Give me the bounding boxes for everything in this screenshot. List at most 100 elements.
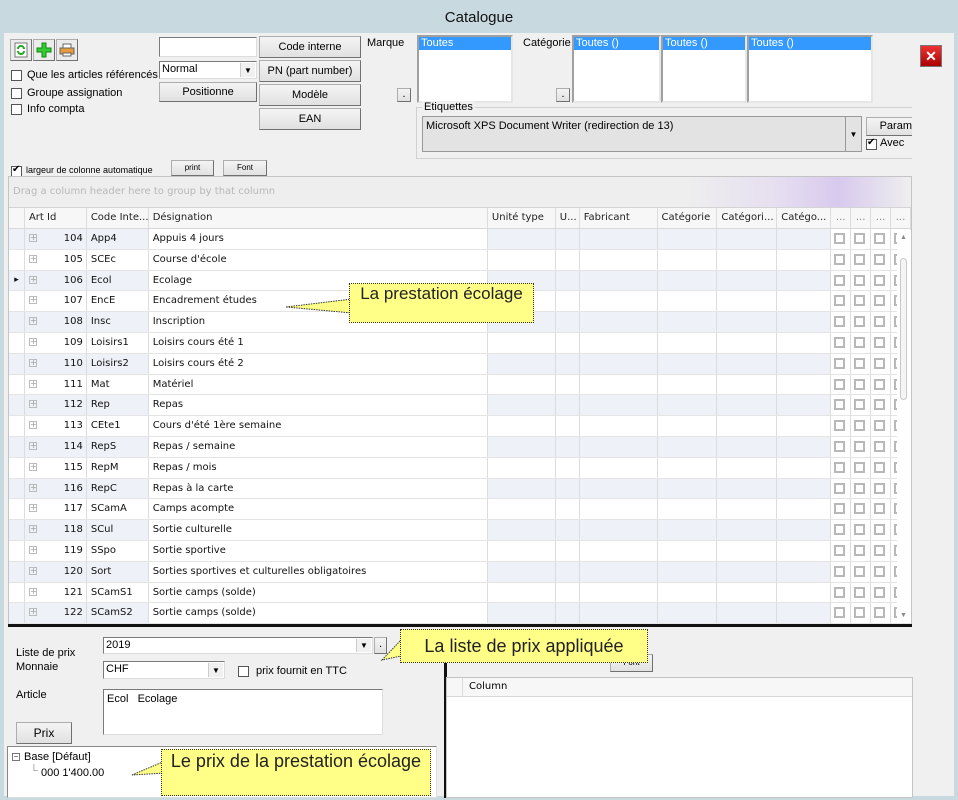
column-header[interactable]: ... [871,208,892,228]
expand-icon[interactable]: + [28,566,37,575]
search-input[interactable] [159,37,257,57]
categorie-2-option[interactable]: Toutes () [663,37,745,50]
column-header[interactable]: Code Inte... [87,208,149,228]
expand-icon[interactable]: + [28,234,37,242]
expand-icon[interactable]: + [28,441,37,450]
marque-list[interactable]: Toutes [417,35,513,103]
expand-icon[interactable]: + [28,587,37,596]
column-header[interactable]: Unité type [488,208,556,228]
expand-icon[interactable]: + [28,358,37,367]
categorie-3-option[interactable]: Toutes () [749,37,871,50]
splitter-horizontal[interactable] [8,624,912,627]
row-checkbox[interactable] [874,544,886,556]
row-checkbox[interactable] [854,253,866,265]
row-checkbox[interactable] [834,586,846,598]
marque-more-button[interactable]: . [397,88,411,102]
row-checkbox[interactable] [834,316,846,328]
expand-icon[interactable]: + [28,337,37,346]
print-text-button[interactable]: print [171,160,214,176]
column-header[interactable]: ... [831,208,852,228]
row-checkbox[interactable] [854,440,866,452]
modele-button[interactable]: Modèle [259,84,361,106]
row-checkbox[interactable] [874,357,886,369]
expand-icon[interactable]: + [28,462,37,471]
row-checkbox[interactable] [834,336,846,348]
row-checkbox[interactable] [854,399,866,411]
printer-select[interactable]: Microsoft XPS Document Writer (redirecti… [422,116,862,152]
row-checkbox[interactable] [834,524,846,536]
row-checkbox[interactable] [874,420,886,432]
font-button[interactable]: Font [223,160,267,176]
row-checkbox[interactable] [834,399,846,411]
referenced-only-checkbox[interactable] [11,70,22,81]
marque-option-toutes[interactable]: Toutes [419,37,511,50]
column-header[interactable]: ... [851,208,872,228]
expand-icon[interactable]: + [28,275,37,284]
close-button[interactable]: ✕ [920,45,942,67]
row-checkbox[interactable] [834,503,846,515]
categorie-1-option[interactable]: Toutes () [574,37,659,50]
row-checkbox[interactable] [874,295,886,307]
categorie-list-3[interactable]: Toutes () [747,35,873,103]
categorie-more-button[interactable]: . [556,88,570,102]
row-checkbox[interactable] [854,482,866,494]
categorie-list-1[interactable]: Toutes () [572,35,661,103]
row-checkbox[interactable] [854,544,866,556]
table-row[interactable]: +112 Rep Repas [9,395,912,417]
positionne-button[interactable]: Positionne [159,82,257,102]
table-row[interactable]: +114 RepS Repas / semaine [9,436,912,458]
expand-icon[interactable]: + [28,254,37,263]
liste-prix-select[interactable]: 2019 ▼ [103,637,373,654]
table-row[interactable]: +120 Sort Sorties sportives et culturelles… [9,561,912,583]
row-checkbox[interactable] [854,233,866,244]
column-header[interactable]: Column [463,678,507,696]
expand-icon[interactable]: + [28,608,37,617]
row-checkbox[interactable] [834,461,846,473]
row-checkbox[interactable] [874,586,886,598]
table-row[interactable]: +105 SCEc Course d'école [9,249,912,271]
row-checkbox[interactable] [874,233,886,244]
code-interne-button[interactable]: Code interne [259,36,361,58]
row-checkbox[interactable] [834,357,846,369]
table-row[interactable]: +113 CEte1 Cours d'été 1ère semaine [9,416,912,437]
row-checkbox[interactable] [854,524,866,536]
ean-button[interactable]: EAN [259,108,361,130]
column-header[interactable]: Art Id [25,208,87,228]
row-checkbox[interactable] [874,482,886,494]
scroll-thumb[interactable] [900,258,907,400]
row-checkbox[interactable] [854,565,866,577]
expand-icon[interactable]: + [28,317,37,326]
row-checkbox[interactable] [874,378,886,390]
tree-root[interactable]: − Base [Défaut] [12,751,91,763]
row-checkbox[interactable] [874,253,886,265]
row-checkbox[interactable] [834,274,846,286]
column-header[interactable]: Désignation [149,208,488,228]
row-checkbox[interactable] [854,357,866,369]
row-checkbox[interactable] [834,544,846,556]
row-checkbox[interactable] [834,420,846,432]
row-checkbox[interactable] [874,316,886,328]
avec-checkbox[interactable] [866,137,877,150]
article-field[interactable]: Ecol Ecolage [103,689,383,735]
table-row[interactable]: +122 SCamS2 Sortie camps (solde) [9,603,912,625]
expand-icon[interactable]: + [28,296,37,305]
collapse-icon[interactable]: − [12,753,20,762]
row-checkbox[interactable] [854,336,866,348]
column-header[interactable]: Catégorie [658,208,718,228]
row-checkbox[interactable] [874,461,886,473]
expand-icon[interactable]: + [28,525,37,534]
table-row[interactable]: +110 Loisirs2 Loisirs cours été 2 [9,353,912,375]
expand-icon[interactable]: + [28,483,37,492]
row-checkbox[interactable] [834,607,846,619]
group-by-panel[interactable]: Drag a column header here to group by th… [9,177,911,208]
row-checkbox[interactable] [834,482,846,494]
table-row[interactable]: +116 RepC Repas à la carte [9,478,912,500]
row-checkbox[interactable] [874,503,886,515]
column-header[interactable]: Fabricant [580,208,658,228]
row-checkbox[interactable] [874,440,886,452]
column-header[interactable]: ... [891,208,911,228]
expand-icon[interactable]: + [28,545,37,554]
row-checkbox[interactable] [834,295,846,307]
expand-icon[interactable]: + [28,379,37,388]
row-checkbox[interactable] [854,420,866,432]
